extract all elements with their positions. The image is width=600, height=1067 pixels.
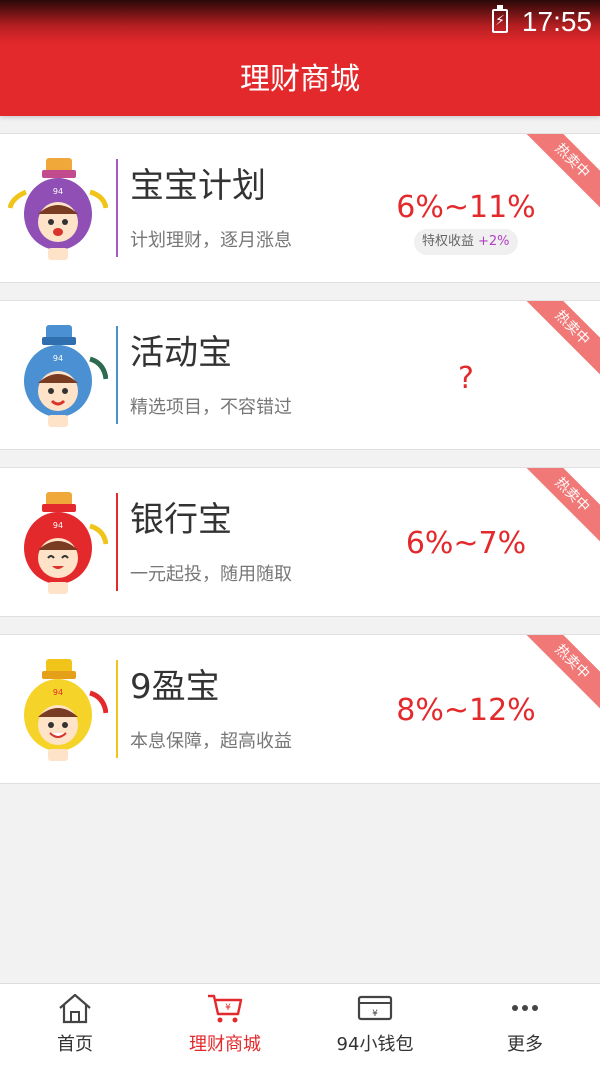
product-desc: 一元起投，随用随取: [130, 564, 292, 585]
red-mascot-icon: 94: [24, 492, 108, 594]
wallet-icon: ¥: [357, 995, 393, 1021]
home-icon: [59, 993, 91, 1024]
svg-text:¥: ¥: [225, 1003, 231, 1013]
svg-text:94: 94: [53, 187, 63, 196]
product-name: 活动宝: [130, 333, 232, 373]
product-desc: 本息保障，超高收益: [130, 731, 292, 752]
svg-text:94: 94: [53, 521, 63, 530]
tab-finance-mall[interactable]: ¥ 理财商城: [150, 984, 300, 1067]
product-rate: ?: [458, 361, 474, 396]
tab-home[interactable]: 首页: [0, 984, 150, 1067]
tab-label: 理财商城: [189, 1034, 261, 1055]
status-bar: ⚡ 17:55: [0, 0, 600, 44]
card-divider: [116, 159, 118, 257]
product-card-yinhangbao[interactable]: 94 银行宝 一元起投，随用随取 6%~7% 热卖中: [0, 467, 600, 617]
privilege-value: +2%: [478, 234, 510, 249]
product-rate: 6%~7%: [405, 526, 527, 561]
privilege-label: 特权收益: [422, 234, 475, 249]
product-name: 银行宝: [130, 500, 232, 540]
svg-text:94: 94: [53, 688, 63, 697]
battery-charging-icon: ⚡: [492, 5, 508, 33]
product-card-9yingbao[interactable]: 94 9盈宝 本息保障，超高收益 8%~12% 热卖中: [0, 634, 600, 784]
privilege-badge: 特权收益 +2%: [414, 229, 518, 255]
product-desc: 精选项目，不容错过: [130, 397, 292, 418]
more-icon: [512, 1005, 538, 1011]
status-time: 17:55: [521, 6, 592, 37]
product-card-baobao[interactable]: 94 宝宝计划 计划理财，逐月涨息 6%~11% 特权收益 +2% 热卖中: [0, 133, 600, 283]
tab-label: 更多: [507, 1034, 543, 1055]
bottom-tab-bar: 首页 ¥ 理财商城 ¥ 94小钱包 更多: [0, 983, 600, 1067]
product-name: 宝宝计划: [130, 166, 266, 206]
tab-label: 94小钱包: [336, 1034, 414, 1055]
product-card-huodongbao[interactable]: 94 活动宝 精选项目，不容错过 ? 热卖中: [0, 300, 600, 450]
cart-icon: ¥: [208, 994, 243, 1023]
product-name: 9盈宝: [130, 667, 220, 707]
yellow-mascot-icon: 94: [24, 659, 108, 761]
tab-wallet[interactable]: ¥ 94小钱包: [300, 984, 450, 1067]
purple-mascot-icon: 94: [8, 158, 108, 260]
page-title: 理财商城: [0, 44, 600, 116]
blue-mascot-icon: 94: [24, 325, 108, 427]
svg-text:¥: ¥: [372, 1009, 378, 1019]
product-rate: 8%~12%: [396, 693, 536, 728]
tab-more[interactable]: 更多: [450, 984, 600, 1067]
card-divider: [116, 660, 118, 758]
tab-label: 首页: [57, 1034, 93, 1055]
product-desc: 计划理财，逐月涨息: [130, 230, 292, 251]
card-divider: [116, 326, 118, 424]
card-divider: [116, 493, 118, 591]
svg-text:94: 94: [53, 354, 63, 363]
product-rate: 6%~11%: [396, 190, 536, 225]
